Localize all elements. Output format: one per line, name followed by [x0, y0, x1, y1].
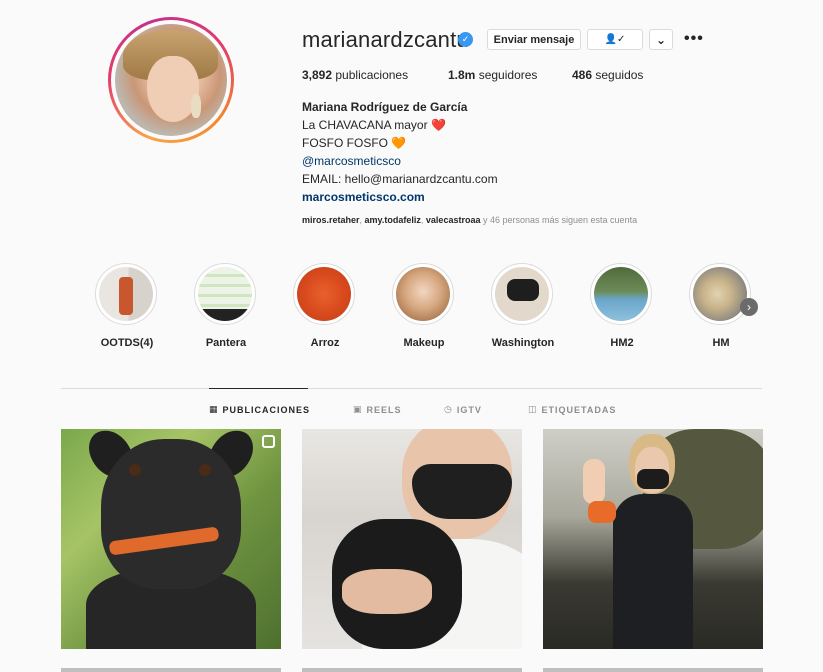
following-person-icon: 👤✓ — [604, 34, 626, 45]
highlight-label: HM2 — [610, 337, 634, 349]
highlight-label: OOTDS(4) — [100, 337, 154, 349]
bio-line-2: FOSFO FOSFO 🧡 — [302, 136, 407, 150]
more-options-icon[interactable]: ••• — [684, 30, 704, 48]
bio-mention-link[interactable]: @marcosmeticsco — [302, 152, 498, 170]
post-thumbnail-partial[interactable] — [543, 668, 763, 672]
profile-bio: Mariana Rodríguez de García La CHAVACANA… — [302, 98, 498, 206]
posts-stat: 3,892 publicaciones — [302, 68, 408, 82]
tab-publicaciones[interactable]: ▦ PUBLICACIONES — [209, 404, 310, 415]
profile-full-name: Mariana Rodríguez de García — [302, 100, 468, 114]
highlight-hm2[interactable]: HM2 — [590, 263, 654, 349]
active-tab-indicator — [209, 388, 308, 389]
highlight-ootds[interactable]: OOTDS(4) — [95, 263, 159, 349]
igtv-icon: ◷ — [444, 404, 453, 414]
bio-line-1: La CHAVACANA mayor ❤️ — [302, 118, 446, 132]
tab-etiquetadas[interactable]: ◫ ETIQUETADAS — [528, 404, 616, 415]
bio-email: EMAIL: hello@marianardzcantu.com — [302, 172, 498, 186]
highlight-label: HM — [712, 337, 730, 349]
reel-indicator-icon — [262, 435, 275, 448]
profile-avatar — [115, 24, 227, 136]
following-stat[interactable]: 486 seguidos — [572, 68, 643, 82]
grid-icon: ▦ — [209, 404, 219, 414]
verified-badge-icon: ✓ — [458, 32, 473, 47]
tabs-divider — [61, 388, 762, 389]
profile-username: marianardzcantu — [302, 27, 469, 52]
highlight-label: Arroz — [310, 337, 340, 349]
tagged-icon: ◫ — [528, 404, 538, 414]
bio-website-link[interactable]: marcosmeticsco.com — [302, 188, 498, 206]
send-message-button[interactable]: Enviar mensaje — [487, 29, 581, 50]
post-thumbnail[interactable] — [543, 429, 763, 649]
chevron-down-icon: ⌄ — [655, 32, 667, 47]
suggestions-dropdown-button[interactable]: ⌄ — [649, 29, 673, 50]
post-thumbnail[interactable] — [61, 429, 281, 649]
posts-label: publicaciones — [335, 68, 409, 82]
post-thumbnail-partial[interactable] — [302, 668, 522, 672]
followers-stat[interactable]: 1.8m seguidores — [448, 68, 537, 82]
tab-igtv[interactable]: ◷ IGTV — [444, 404, 482, 415]
highlight-pantera[interactable]: Pantera — [194, 263, 258, 349]
followed-by-text[interactable]: miros.retaher, amy.todafeliz, valecastro… — [302, 215, 637, 225]
post-thumbnail[interactable] — [302, 429, 522, 649]
highlight-arroz[interactable]: Arroz — [293, 263, 357, 349]
followers-count: 1.8m — [448, 68, 476, 82]
highlights-next-arrow-icon[interactable]: › — [740, 298, 758, 316]
posts-count: 3,892 — [302, 68, 333, 82]
profile-avatar-ring[interactable] — [108, 17, 234, 143]
highlight-makeup[interactable]: Makeup — [392, 263, 456, 349]
reels-icon: ▣ — [353, 404, 363, 414]
highlight-label: Washington — [491, 337, 555, 349]
post-thumbnail-partial[interactable] — [61, 668, 281, 672]
tab-reels[interactable]: ▣ REELS — [353, 404, 402, 415]
orange-heart-icon: 🧡 — [391, 136, 407, 150]
following-button[interactable]: 👤✓ — [587, 29, 643, 50]
red-heart-icon: ❤️ — [430, 118, 446, 132]
following-count: 486 — [572, 68, 593, 82]
highlight-washington[interactable]: Washington — [491, 263, 555, 349]
followers-label: seguidores — [478, 68, 538, 82]
highlight-label: Pantera — [205, 337, 247, 349]
following-label: seguidos — [595, 68, 644, 82]
highlight-label: Makeup — [403, 337, 445, 349]
